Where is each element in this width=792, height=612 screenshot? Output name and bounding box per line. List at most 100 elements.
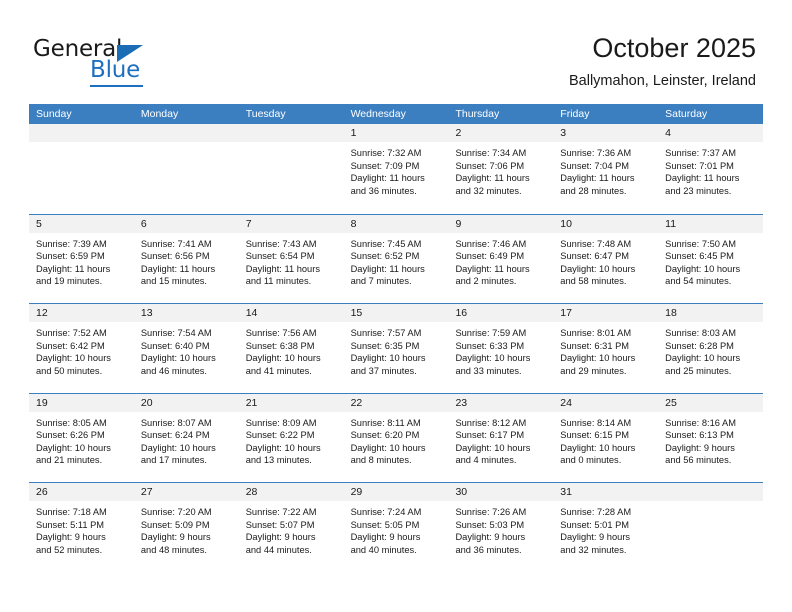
daylight-text-line2: and 36 minutes. bbox=[350, 185, 417, 196]
sunrise-text: Sunrise: 7:32 AM bbox=[350, 148, 422, 158]
sunset-text: Sunset: 6:49 PM bbox=[455, 251, 525, 262]
calendar-day-cell[interactable]: 13 Sunrise: 7:54 AM Sunset: 6:40 PM Dayligh… bbox=[133, 304, 239, 393]
calendar-day-cell[interactable]: 12 Sunrise: 7:52 AM Sunset: 6:42 PM Dayligh… bbox=[29, 304, 134, 393]
calendar-day-cell[interactable]: 9 Sunrise: 7:46 AM Sunset: 6:49 PM Daylight… bbox=[448, 214, 554, 304]
day-number: 7 bbox=[245, 217, 252, 230]
day-number-band: 11 bbox=[658, 214, 764, 234]
day-sun-info: Sunrise: 7:57 AM Sunset: 6:35 PM Daylight:… bbox=[344, 323, 449, 377]
day-sun-info: Sunrise: 7:48 AM Sunset: 6:47 PM Daylight:… bbox=[553, 234, 658, 288]
calendar-day-cell[interactable]: 17 Sunrise: 8:01 AM Sunset: 6:31 PM Dayligh… bbox=[553, 304, 659, 393]
daylight-text-line1: Daylight: 10 hours bbox=[665, 263, 741, 274]
day-number: 5 bbox=[36, 217, 42, 230]
calendar-day-cell[interactable]: 20 Sunrise: 8:07 AM Sunset: 6:24 PM Dayligh… bbox=[133, 393, 239, 483]
sunrise-text: Sunrise: 7:34 AM bbox=[455, 148, 527, 158]
page-header: General Blue October 2025 Ballymahon, Le… bbox=[0, 0, 792, 102]
day-number: 29 bbox=[350, 486, 363, 498]
day-number-band: 9 bbox=[448, 214, 554, 234]
calendar-day-cell[interactable]: 14 Sunrise: 7:56 AM Sunset: 6:38 PM Dayligh… bbox=[238, 304, 344, 393]
calendar-day-cell[interactable]: 2 Sunrise: 7:34 AM Sunset: 7:06 PM Daylight… bbox=[448, 124, 554, 214]
calendar-day-cell[interactable]: 15 Sunrise: 7:57 AM Sunset: 6:35 PM Dayligh… bbox=[343, 304, 449, 393]
calendar-day-cell[interactable]: 26 Sunrise: 7:18 AM Sunset: 5:11 PM Dayligh… bbox=[29, 483, 134, 572]
day-number-band bbox=[29, 124, 134, 143]
day-number: 23 bbox=[455, 396, 468, 409]
calendar-day-cell[interactable]: 5 Sunrise: 7:39 AM Sunset: 6:59 PM Daylight… bbox=[29, 214, 134, 304]
calendar-day-cell[interactable]: 21 Sunrise: 8:09 AM Sunset: 6:22 PM Dayligh… bbox=[238, 393, 344, 483]
daylight-text-line2: and 15 minutes. bbox=[140, 276, 208, 287]
sunset-text: Sunset: 5:05 PM bbox=[350, 519, 420, 530]
daylight-text-line2: and 29 minutes. bbox=[560, 365, 627, 376]
sunrise-text: Sunrise: 7:52 AM bbox=[36, 328, 107, 338]
sunrise-text: Sunrise: 7:24 AM bbox=[350, 507, 422, 517]
sunset-text: Sunset: 7:04 PM bbox=[560, 160, 630, 171]
day-number: 4 bbox=[665, 127, 671, 139]
day-number-band bbox=[658, 483, 764, 502]
calendar-day-cell[interactable]: 1 Sunrise: 7:32 AM Sunset: 7:09 PM Daylight… bbox=[343, 124, 449, 214]
daylight-text-line2: and 32 minutes. bbox=[455, 185, 522, 196]
sunrise-text: Sunrise: 7:18 AM bbox=[36, 507, 107, 517]
day-sun-info: Sunrise: 8:12 AM Sunset: 6:17 PM Daylight:… bbox=[448, 413, 553, 467]
daylight-text-line2: and 48 minutes. bbox=[140, 544, 208, 555]
sunrise-text: Sunrise: 7:45 AM bbox=[350, 238, 422, 249]
daylight-text-line1: Daylight: 10 hours bbox=[455, 442, 531, 453]
calendar-day-cell[interactable]: 4 Sunrise: 7:37 AM Sunset: 7:01 PM Daylight… bbox=[658, 124, 764, 214]
daylight-text-line1: Daylight: 9 hours bbox=[560, 532, 631, 543]
daylight-text-line2: and 36 minutes. bbox=[455, 544, 522, 555]
calendar-day-cell[interactable]: 24 Sunrise: 8:14 AM Sunset: 6:15 PM Dayligh… bbox=[553, 393, 659, 483]
daylight-text-line2: and 33 minutes. bbox=[455, 365, 522, 376]
calendar-day-cell[interactable]: 30 Sunrise: 7:26 AM Sunset: 5:03 PM Dayligh… bbox=[448, 483, 554, 572]
calendar-day-cell[interactable]: 22 Sunrise: 8:11 AM Sunset: 6:20 PM Dayligh… bbox=[343, 393, 449, 483]
calendar-day-cell[interactable]: 31 Sunrise: 7:28 AM Sunset: 5:01 PM Dayligh… bbox=[553, 483, 659, 572]
day-number: 3 bbox=[560, 127, 567, 139]
day-sun-info: Sunrise: 7:50 AM Sunset: 6:45 PM Daylight:… bbox=[658, 234, 763, 288]
day-number: 14 bbox=[245, 307, 258, 319]
calendar-day-cell[interactable]: 27 Sunrise: 7:20 AM Sunset: 5:09 PM Dayligh… bbox=[133, 483, 239, 572]
calendar-day-cell[interactable]: 10 Sunrise: 7:48 AM Sunset: 6:47 PM Dayligh… bbox=[553, 214, 659, 304]
calendar-day-cell[interactable]: 3 Sunrise: 7:36 AM Sunset: 7:04 PM Daylight… bbox=[553, 124, 659, 214]
day-sun-info: Sunrise: 7:41 AM Sunset: 6:56 PM Daylight:… bbox=[134, 234, 239, 288]
calendar-day-cell[interactable]: 7 Sunrise: 7:43 AM Sunset: 6:54 PM Daylight… bbox=[238, 214, 344, 304]
calendar-day-cell[interactable]: 19 Sunrise: 8:05 AM Sunset: 6:26 PM Dayligh… bbox=[29, 393, 134, 483]
day-number-band: 22 bbox=[343, 393, 449, 413]
day-number-band: 24 bbox=[553, 393, 659, 413]
calendar-table: Sunday Monday Tuesday Wednesday Thursday Frid… bbox=[29, 104, 764, 572]
day-number: 6 bbox=[140, 217, 147, 230]
day-number-band: 10 bbox=[553, 214, 659, 234]
sunrise-text: Sunrise: 8:01 AM bbox=[560, 328, 632, 338]
daylight-text-line2: and 32 minutes. bbox=[560, 544, 627, 555]
calendar-day-cell[interactable]: 23 Sunrise: 8:12 AM Sunset: 6:17 PM Dayligh… bbox=[448, 393, 554, 483]
calendar-day-cell[interactable]: 11 Sunrise: 7:50 AM Sunset: 6:45 PM Dayligh… bbox=[658, 214, 764, 304]
calendar-day-cell[interactable]: 25 Sunrise: 8:16 AM Sunset: 6:13 PM Dayligh… bbox=[658, 393, 764, 483]
daylight-text-line1: Daylight: 11 hours bbox=[350, 263, 425, 274]
daylight-text-line2: and 46 minutes. bbox=[140, 365, 208, 376]
day-number-band: 21 bbox=[238, 393, 344, 413]
sunset-text: Sunset: 7:01 PM bbox=[665, 160, 734, 171]
sunset-text: Sunset: 5:07 PM bbox=[245, 519, 315, 530]
daylight-text-line2: and 13 minutes. bbox=[245, 455, 312, 466]
day-number: 2 bbox=[455, 127, 462, 139]
sunset-text: Sunset: 6:31 PM bbox=[560, 340, 630, 351]
daylight-text-line1: Daylight: 9 hours bbox=[455, 532, 526, 543]
daylight-text-line1: Daylight: 10 hours bbox=[140, 353, 216, 364]
day-number: 10 bbox=[560, 217, 572, 230]
calendar-day-cell[interactable]: 18 Sunrise: 8:03 AM Sunset: 6:28 PM Dayligh… bbox=[658, 304, 764, 393]
daylight-text-line1: Daylight: 10 hours bbox=[350, 442, 426, 453]
sunset-text: Sunset: 6:26 PM bbox=[36, 430, 105, 441]
daylight-text-line2: and 50 minutes. bbox=[36, 365, 103, 376]
day-number-band: 2 bbox=[448, 124, 554, 143]
sunset-text: Sunset: 6:59 PM bbox=[36, 251, 105, 262]
calendar-day-cell[interactable]: 8 Sunrise: 7:45 AM Sunset: 6:52 PM Daylight… bbox=[343, 214, 449, 304]
weekday-header-row: Sunday Monday Tuesday Wednesday Thursday Frid… bbox=[29, 104, 763, 124]
calendar-day-cell[interactable]: 28 Sunrise: 7:22 AM Sunset: 5:07 PM Dayligh… bbox=[238, 483, 344, 572]
sunset-text: Sunset: 6:24 PM bbox=[140, 430, 210, 441]
calendar-day-cell[interactable]: 16 Sunrise: 7:59 AM Sunset: 6:33 PM Dayligh… bbox=[448, 304, 554, 393]
day-number-band: 30 bbox=[448, 483, 554, 502]
daylight-text-line1: Daylight: 9 hours bbox=[245, 532, 316, 543]
day-sun-info: Sunrise: 7:54 AM Sunset: 6:40 PM Daylight:… bbox=[134, 323, 239, 377]
daylight-text-line1: Daylight: 10 hours bbox=[455, 353, 531, 364]
day-number-band: 29 bbox=[343, 483, 449, 502]
calendar-day-cell[interactable]: 6 Sunrise: 7:41 AM Sunset: 6:56 PM Daylight… bbox=[133, 214, 239, 304]
calendar-day-cell[interactable]: 29 Sunrise: 7:24 AM Sunset: 5:05 PM Dayligh… bbox=[343, 483, 449, 572]
general-blue-logo: General Blue bbox=[33, 36, 223, 88]
daylight-text-line1: Daylight: 9 hours bbox=[140, 532, 211, 543]
daylight-text-line2: and 40 minutes. bbox=[350, 544, 417, 555]
